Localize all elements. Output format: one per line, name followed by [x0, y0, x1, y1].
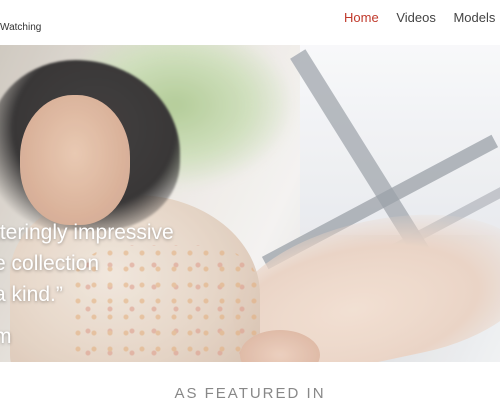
hero-overlay: [0, 45, 500, 362]
quote-line: e collection: [0, 252, 100, 275]
hero-banner: tteringly impressive e collection a kind…: [0, 45, 500, 362]
hero-testimonial-quote: tteringly impressive e collection a kind…: [0, 217, 194, 310]
site-brand-name[interactable]: Watching: [0, 22, 41, 33]
quote-line: tteringly impressive: [0, 221, 174, 244]
hero-testimonial-source: m: [0, 325, 12, 348]
quote-line: a kind.”: [0, 283, 63, 306]
main-nav: Home Videos Models A: [344, 10, 500, 25]
nav-link-models[interactable]: Models: [453, 10, 495, 25]
nav-link-home[interactable]: Home: [344, 10, 379, 25]
nav-link-videos[interactable]: Videos: [396, 10, 436, 25]
featured-in-heading: AS FEATURED IN: [174, 385, 326, 402]
top-navigation-bar: Watching Home Videos Models A: [0, 0, 500, 45]
